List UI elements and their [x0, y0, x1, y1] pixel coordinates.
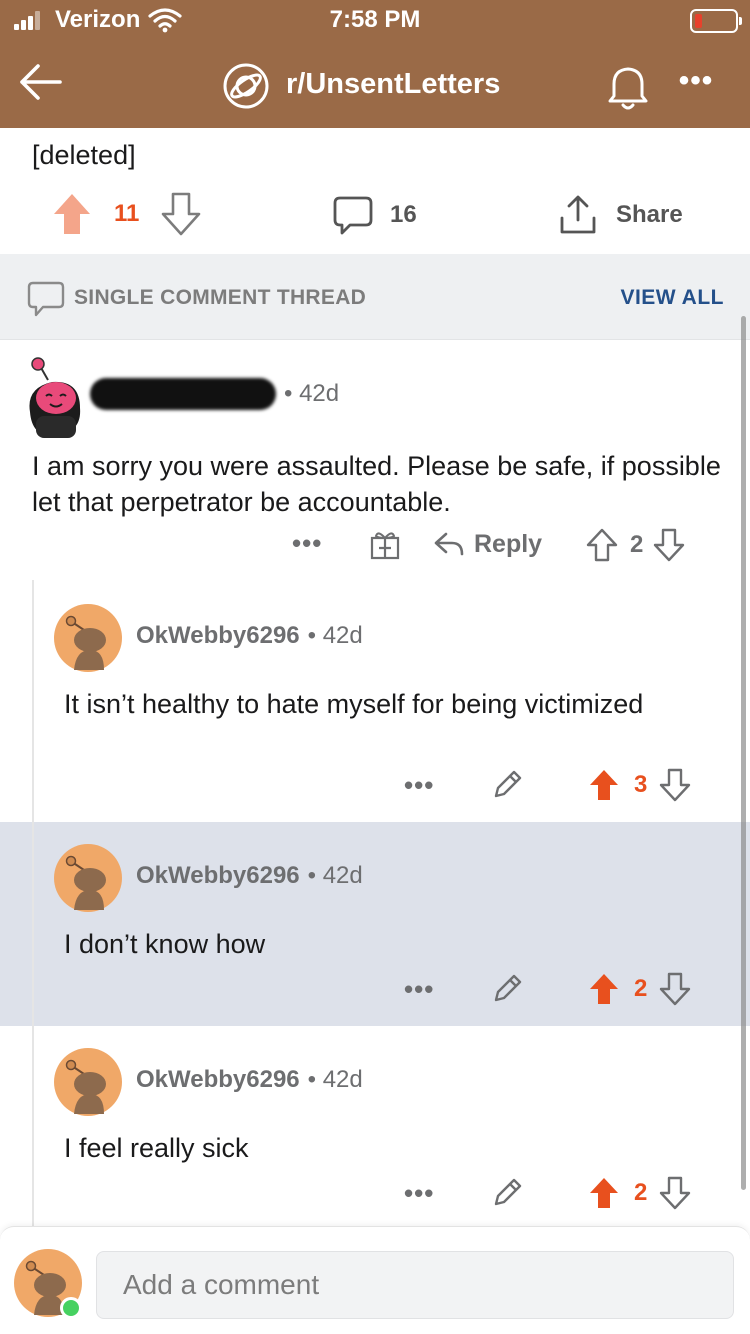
- comment-bubble-icon: [27, 281, 65, 317]
- comment-age: • 42d: [307, 862, 363, 889]
- upvote-icon[interactable]: [588, 768, 620, 802]
- more-options-button[interactable]: •••: [672, 66, 720, 104]
- pencil-icon[interactable]: [490, 768, 524, 802]
- vote-count: 2: [634, 1179, 648, 1206]
- post-vote-group: 11: [52, 192, 201, 236]
- comment-age: • 42d: [307, 622, 363, 649]
- comment-author[interactable]: OkWebby6296: [136, 1066, 300, 1094]
- share-button[interactable]: Share: [558, 194, 683, 236]
- comment-age: • 42d: [307, 1066, 363, 1093]
- gift-icon[interactable]: [368, 528, 402, 562]
- vote-count: 2: [634, 975, 648, 1002]
- upvote-icon[interactable]: [52, 192, 92, 236]
- comment-meta: OkWebby6296 • 42d: [136, 862, 363, 890]
- upvote-icon[interactable]: [588, 972, 620, 1006]
- post-title[interactable]: [deleted]: [32, 140, 136, 171]
- add-comment-input[interactable]: Add a comment: [96, 1251, 734, 1319]
- share-icon: [560, 195, 596, 234]
- nav-bar: r/UnsentLetters •••: [0, 42, 750, 128]
- reply-button[interactable]: Reply: [432, 528, 542, 560]
- bell-icon: [608, 67, 648, 110]
- thread-label: SINGLE COMMENT THREAD: [74, 286, 367, 309]
- redacted-username[interactable]: [90, 378, 276, 410]
- more-dots-icon: •••: [404, 974, 435, 1004]
- comment-bubble-icon: [333, 196, 373, 235]
- subreddit-name[interactable]: r/UnsentLetters: [286, 68, 500, 101]
- comment-text: I feel really sick: [64, 1133, 249, 1163]
- comment-author[interactable]: OkWebby6296: [136, 622, 300, 650]
- comment-text: I am sorry you were assaulted. Please be…: [32, 451, 721, 517]
- reply-icon: [434, 532, 464, 556]
- thread-line[interactable]: [32, 580, 34, 1230]
- comment-more-button[interactable]: •••: [404, 1178, 434, 1209]
- comment-vote-group: 2: [586, 528, 685, 562]
- comments-button[interactable]: 16: [332, 194, 417, 236]
- avatar[interactable]: [54, 844, 122, 912]
- downvote-icon[interactable]: [659, 768, 691, 802]
- share-label: Share: [616, 201, 683, 228]
- app-header: Verizon 7:58 PM r/UnsentLetters •••: [0, 0, 750, 128]
- comment-author[interactable]: OkWebby6296: [136, 862, 300, 890]
- comment-vote-group: 2: [588, 972, 691, 1006]
- post-action-bar: 11 16 Share: [0, 188, 750, 244]
- comment-age: • 42d: [284, 380, 340, 407]
- downvote-icon[interactable]: [161, 192, 201, 236]
- vote-count: 3: [634, 771, 648, 798]
- online-status-icon: [60, 1297, 82, 1319]
- downvote-icon[interactable]: [653, 528, 685, 562]
- status-bar: Verizon 7:58 PM: [0, 0, 750, 42]
- avatar[interactable]: [22, 352, 92, 442]
- comment-meta: • 42d: [90, 378, 339, 410]
- comment-meta: OkWebby6296 • 42d: [136, 1066, 363, 1094]
- downvote-icon[interactable]: [659, 1176, 691, 1210]
- comment-vote-group: 3: [588, 768, 691, 802]
- avatar[interactable]: [54, 604, 122, 672]
- pencil-icon[interactable]: [490, 1176, 524, 1210]
- comment-meta: OkWebby6296 • 42d: [136, 622, 363, 650]
- upvote-icon[interactable]: [588, 1176, 620, 1210]
- view-all-button[interactable]: VIEW ALL: [620, 286, 724, 310]
- downvote-icon[interactable]: [659, 972, 691, 1006]
- more-dots-icon: •••: [404, 1178, 435, 1208]
- comment-count: 16: [390, 201, 417, 228]
- post-vote-count: 11: [114, 200, 140, 227]
- planet-icon[interactable]: [222, 62, 270, 110]
- back-button[interactable]: [12, 54, 68, 110]
- scrollbar[interactable]: [741, 316, 746, 1190]
- upvote-icon[interactable]: [586, 528, 618, 562]
- comment-text: I don’t know how: [64, 929, 266, 959]
- comment-text: It isn’t healthy to hate myself for bein…: [64, 689, 644, 719]
- more-dots-icon: •••: [404, 770, 435, 800]
- reply-label: Reply: [474, 529, 543, 558]
- comment-vote-group: 2: [588, 1176, 691, 1210]
- single-thread-bar: SINGLE COMMENT THREAD VIEW ALL: [0, 254, 750, 340]
- battery-low-icon: [690, 9, 742, 33]
- notifications-button[interactable]: [600, 58, 656, 114]
- comment-more-button[interactable]: •••: [404, 770, 434, 801]
- comment-more-button[interactable]: •••: [292, 528, 322, 559]
- pencil-icon[interactable]: [490, 972, 524, 1006]
- more-dots-icon: •••: [292, 528, 323, 558]
- clock: 7:58 PM: [329, 6, 421, 33]
- arrow-left-icon: [20, 64, 62, 100]
- comment-composer: Add a comment: [0, 1226, 750, 1334]
- vote-count: 2: [630, 531, 644, 558]
- comment-more-button[interactable]: •••: [404, 974, 434, 1005]
- avatar[interactable]: [54, 1048, 122, 1116]
